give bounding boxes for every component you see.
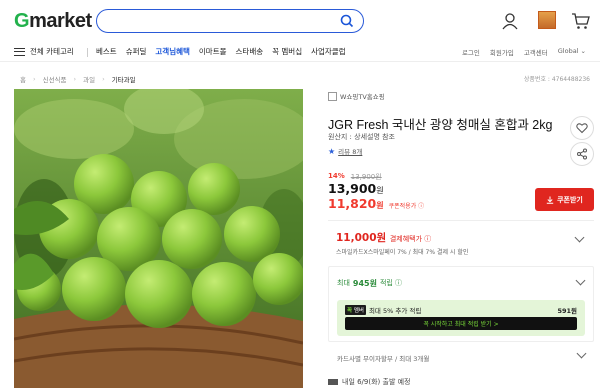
breadcrumb: 홈 › 신선식품 › 과일 › 기타과일 [20,74,136,84]
membership-points-value: 591원 [557,307,577,315]
login-link[interactable]: 로그인 [462,47,480,57]
product-number: 상품번호 : 4764488236 [523,76,590,83]
payment-benefit-panel[interactable]: 11,000원 결제혜택가 ⓘ 스마일카드X스마일페이 7% / 최대 7% 결… [328,220,594,262]
points-amount: 945원 [352,279,377,288]
nav-link[interactable]: 사업자클럽 [311,46,346,57]
signup-link[interactable]: 회원가입 [490,47,514,57]
hamburger-icon [14,47,25,56]
shipping-info[interactable]: 내일 6/9(화) 출발 예정 [328,377,410,387]
logo-text[interactable]: market [29,10,92,32]
nav-link[interactable]: 베스트 [96,46,117,57]
payment-benefit-desc: 스마일카드X스마일페이 7% / 최대 7% 결제 시 할인 [336,249,469,256]
heart-icon [576,123,588,134]
all-categories-label: 전체 카테고리 [30,47,74,56]
review-link[interactable]: ★ 리뷰 8개 [328,146,363,157]
global-link[interactable]: Global ⌄ [558,47,586,57]
seller-link[interactable]: W쇼핑TV홈쇼핑 [328,91,385,101]
logo-g[interactable]: G [14,10,30,32]
membership-start-button[interactable]: 꼭 시작하고 최대 적립 받기 > [345,317,577,330]
wishlist-button[interactable] [570,116,594,140]
all-categories-button[interactable]: 전체 카테고리 [14,46,74,57]
plum-photo [14,89,303,388]
points-panel: 최대 945원 적립 ⓘ 꼭 멤버 최대 5% 추가 적립 591원 꼭 시작하… [328,266,594,342]
utility-links: 로그인 회원가입 고객센터 Global ⌄ [462,47,586,57]
truck-icon [328,379,338,385]
nav-link[interactable]: 슈퍼딜 [126,46,147,57]
shipping-date: 내일 6/9(화) 출발 예정 [342,378,411,386]
membership-panel: 꼭 멤버 최대 5% 추가 적립 591원 꼭 시작하고 최대 적립 받기 > [337,300,585,336]
seller-store-icon [328,91,337,101]
membership-badge-a: 꼭 [347,308,353,314]
customer-center-link[interactable]: 고객센터 [524,47,548,57]
breadcrumb-sep: › [32,75,36,83]
membership-extra-points: 최대 5% 추가 적립 [368,307,422,315]
user-icon[interactable] [500,11,520,31]
breadcrumb-sep: › [73,75,77,83]
search-icon[interactable] [339,13,355,29]
nav-link-active[interactable]: 고객님혜택 [155,46,190,57]
breadcrumb-item[interactable]: 신선식품 [43,74,67,84]
seller-name: W쇼핑TV홈쇼핑 [340,93,385,101]
points-suffix: 적립 ⓘ [379,279,403,287]
nav-links: 베스트 슈퍼딜 고객님혜택 이마트몰 스타배송 꼭 멤버십 사업자클럽 [96,46,346,57]
coupon-download-button[interactable]: 쿠폰받기 [535,188,594,211]
breadcrumb-sep: › [102,75,105,83]
main-nav: 전체 카테고리 베스트 슈퍼딜 고객님혜택 이마트몰 스타배송 꼭 멤버십 사업… [0,42,600,62]
sale-price-unit: 원 [376,186,384,195]
review-count: 리뷰 8개 [338,148,363,156]
breadcrumb-item[interactable]: 홈 [20,74,26,84]
sale-price-value: 13,900 [328,181,377,196]
chevron-down-icon[interactable] [575,275,586,286]
star-icon: ★ [328,146,336,156]
nav-link[interactable]: 스타배송 [236,46,264,57]
header: Gmarket [0,0,600,42]
search-input[interactable] [96,9,364,33]
download-icon [546,196,554,204]
gmarket-logo[interactable]: Gmarket [14,10,92,33]
cart-icon[interactable] [571,11,591,31]
membership-row: 꼭 멤버 최대 5% 추가 적립 591원 [345,305,577,315]
points-header[interactable]: 최대 945원 적립 ⓘ [337,278,402,289]
coupon-button-label: 쿠폰받기 [557,195,583,204]
coupon-price-unit: 원 [376,201,384,210]
share-icon [577,148,587,160]
payment-benefit-price: 11,000원 결제혜택가 ⓘ [336,230,431,245]
sale-price: 13,900원 [328,181,384,196]
membership-badge-b: 멤버 [353,308,364,314]
chevron-down-icon[interactable] [574,232,585,243]
chevron-down-icon[interactable] [576,348,587,359]
breadcrumb-item[interactable]: 과일 [83,74,95,84]
nav-divider [87,48,88,57]
recent-view-icon[interactable] [538,11,556,29]
coupon-price: 11,820원 쿠폰적용가 ⓘ [328,196,424,211]
nav-link[interactable]: 이마트몰 [199,46,227,57]
points-prefix: 최대 [337,279,350,287]
share-button[interactable] [570,142,594,166]
coupon-price-note[interactable]: 쿠폰적용가 ⓘ [389,201,425,210]
payment-benefit-label: 결제혜택가 ⓘ [389,235,432,243]
product-image[interactable] [14,89,303,388]
coupon-price-value: 11,820 [328,196,377,211]
coupon-price-value-wrap: 11,820원 [328,196,384,211]
membership-badge: 꼭 멤버 [345,305,366,315]
breadcrumb-item-current[interactable]: 기타과일 [112,74,136,84]
nav-link[interactable]: 꼭 멤버십 [272,46,302,57]
product-origin: 원산지 : 상세설명 참조 [328,133,395,141]
payment-benefit-amount: 11,000원 [336,232,387,244]
installment-info: 카드사별 무이자할부 / 최대 3개월 [337,355,430,363]
product-title: JGR Fresh 국내산 광양 청매실 혼합과 2kg [328,118,553,132]
